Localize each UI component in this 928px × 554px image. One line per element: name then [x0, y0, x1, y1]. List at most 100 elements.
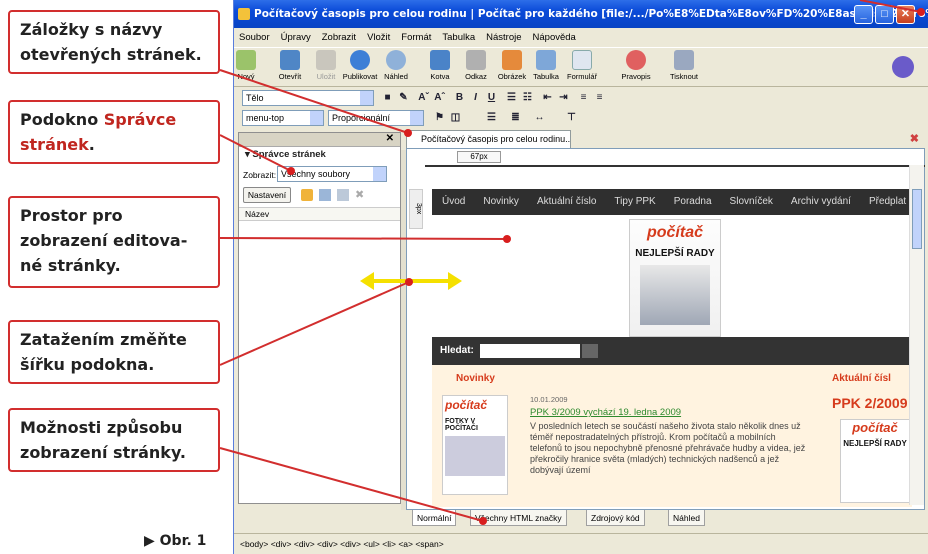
- callout-panel: Podokno Správce stránek.: [8, 100, 220, 164]
- tab-normal[interactable]: Normální: [412, 510, 457, 526]
- close-button[interactable]: ✕: [896, 5, 915, 24]
- tab-preview[interactable]: Náhled: [668, 510, 705, 526]
- title-bar: Počítačový časopis pro celou rodinu | Po…: [234, 0, 928, 28]
- spellcheck-button[interactable]: Pravopis: [616, 50, 656, 81]
- page-nav-item[interactable]: Úvod: [442, 196, 465, 207]
- magazine-cover: počítač NEJLEPŠÍ RADY: [629, 219, 721, 337]
- direction-icon[interactable]: ↔: [532, 110, 547, 125]
- app-icon: [238, 8, 250, 20]
- scroll-thumb[interactable]: [912, 189, 922, 249]
- callout-edit-text: Prostor pro zobrazení editova-né stránky…: [20, 206, 188, 275]
- justify-icon[interactable]: ≣: [508, 110, 523, 125]
- callout-view-text: Možnosti způsobu zobrazení stránky.: [20, 418, 186, 462]
- news-thumbnail: počítač FOTKY V POČÍTAČI: [442, 395, 508, 495]
- page-nav-item[interactable]: Tipy PPK: [614, 196, 655, 207]
- callout-panel-tail: .: [88, 135, 95, 154]
- page-nav-item[interactable]: Slovníček: [730, 196, 773, 207]
- menu-help[interactable]: Nápověda: [533, 32, 576, 43]
- open-icon: [280, 50, 300, 70]
- font-select[interactable]: Proporcionální: [328, 110, 424, 126]
- cover-image: [640, 265, 710, 325]
- window-title: Počítačový časopis pro celou rodinu | Po…: [254, 8, 928, 20]
- menu-table[interactable]: Tabulka: [442, 32, 475, 43]
- page-nav-item[interactable]: Aktuální číslo: [537, 196, 596, 207]
- menu-view[interactable]: Zobrazit: [322, 32, 356, 43]
- app-window: Počítačový časopis pro celou rodinu | Po…: [233, 0, 928, 554]
- tab-source[interactable]: Zdrojový kód: [586, 510, 645, 526]
- document-tab-strip: Počítačový časopis pro celou rodinu... ✖: [406, 130, 925, 148]
- panel-show-label: Zobrazit:: [243, 170, 277, 180]
- search-go-icon[interactable]: [582, 344, 598, 358]
- panel-filter-select[interactable]: Všechny soubory: [277, 166, 387, 182]
- maximize-button[interactable]: □: [875, 5, 894, 24]
- align-center-icon[interactable]: ≡: [592, 90, 607, 105]
- page-nav-item[interactable]: Novinky: [483, 196, 519, 207]
- align-left-icon[interactable]: ≡: [576, 90, 591, 105]
- menu-edit[interactable]: Úpravy: [281, 32, 311, 43]
- page-nav-item[interactable]: Poradna: [674, 196, 712, 207]
- page-nav-item[interactable]: Archiv vydání: [791, 196, 851, 207]
- panel-close-icon[interactable]: ✕: [386, 133, 394, 144]
- font-smaller-icon[interactable]: Aˇ: [416, 90, 431, 105]
- menu-format[interactable]: Formát: [401, 32, 431, 43]
- font-larger-icon[interactable]: Aˆ: [432, 90, 447, 105]
- text-color-icon[interactable]: ■: [380, 90, 395, 105]
- panel-header: ✕: [239, 133, 400, 147]
- minimize-button[interactable]: _: [854, 5, 873, 24]
- callout-edit-area: Prostor pro zobrazení editova-né stránky…: [8, 196, 220, 288]
- menu-insert[interactable]: Vložit: [367, 32, 390, 43]
- highlight-icon[interactable]: ✎: [396, 90, 411, 105]
- panel-settings-button[interactable]: Nastavení: [243, 187, 291, 203]
- italic-button[interactable]: I: [468, 90, 483, 105]
- callout-tabs: Záložky s názvy otevřených stránek.: [8, 10, 220, 74]
- news-title-link[interactable]: PPK 3/2009 vychází 19. ledna 2009: [530, 407, 681, 418]
- image-icon: [502, 50, 522, 70]
- new-button[interactable]: Nový: [234, 50, 266, 81]
- indent-icon[interactable]: ⇥: [556, 90, 571, 105]
- menu-file[interactable]: Soubor: [239, 32, 270, 43]
- underline-button[interactable]: U: [484, 90, 499, 105]
- paragraph-style-select[interactable]: Tělo: [242, 90, 374, 106]
- format-toolbar-1: Tělo ■ ✎ Aˇ Aˆ B I U ☰ ☷ ⇤ ⇥ ≡ ≡: [234, 88, 928, 108]
- id-icon[interactable]: ⚑: [432, 110, 447, 125]
- printer-icon: [674, 50, 694, 70]
- edit-area[interactable]: 67px 3px Úvod Novinky Aktuální číslo Tipy P…: [406, 148, 925, 510]
- panel-rename-icon[interactable]: [337, 189, 349, 201]
- anchor-button[interactable]: Kotva: [420, 50, 460, 81]
- class-select[interactable]: menu-top: [242, 110, 324, 126]
- save-icon: [316, 50, 336, 70]
- document-tab[interactable]: Počítačový časopis pro celou rodinu...: [406, 130, 571, 148]
- open-button[interactable]: Otevřít: [270, 50, 310, 81]
- anchor-icon: [430, 50, 450, 70]
- page-nav: Úvod Novinky Aktuální číslo Tipy PPK Poradna…: [432, 189, 912, 215]
- page-nav-item[interactable]: Předplat: [869, 196, 906, 207]
- bold-button[interactable]: B: [452, 90, 467, 105]
- issue-label: PPK 2/2009: [832, 395, 908, 411]
- page-search-input[interactable]: [480, 344, 580, 358]
- editor-scrollbar[interactable]: [909, 165, 924, 505]
- numbered-list-icon[interactable]: ☷: [520, 90, 535, 105]
- layer-icon[interactable]: ◫: [448, 110, 463, 125]
- form-button[interactable]: Formulář: [562, 50, 602, 81]
- panel-edit-icon[interactable]: [319, 189, 331, 201]
- print-button[interactable]: Tisknout: [664, 50, 704, 81]
- tag-path[interactable]: <body> <div> <div> <div> <div> <ul> <li>…: [240, 539, 444, 549]
- link-button[interactable]: Odkaz: [456, 50, 496, 81]
- outdent-icon[interactable]: ⇤: [540, 90, 555, 105]
- publish-button[interactable]: Publikovat: [340, 50, 380, 81]
- panel-folder-icon[interactable]: [301, 189, 313, 201]
- nvu-logo-icon: [892, 56, 914, 78]
- align-text-icon[interactable]: ☰: [484, 110, 499, 125]
- menu-tools[interactable]: Nástroje: [486, 32, 521, 43]
- page-outline: [425, 165, 925, 171]
- tab-all-tags[interactable]: Všechny HTML značky: [470, 510, 567, 526]
- close-tab-icon[interactable]: ✖: [910, 132, 919, 145]
- globe-icon: [350, 50, 370, 70]
- bullet-list-icon[interactable]: ☰: [504, 90, 519, 105]
- table-button[interactable]: Tabulka: [526, 50, 566, 81]
- preview-button[interactable]: Náhled: [376, 50, 416, 81]
- valign-icon[interactable]: ⊤: [564, 110, 579, 125]
- status-bar: <body> <div> <div> <div> <div> <ul> <li>…: [234, 533, 928, 554]
- magnifier-icon: [386, 50, 406, 70]
- panel-delete-icon[interactable]: ✖: [355, 189, 367, 201]
